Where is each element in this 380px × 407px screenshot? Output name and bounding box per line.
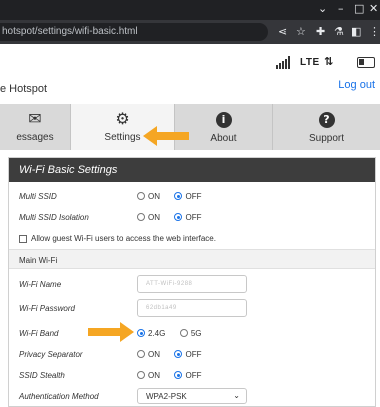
ssid-stealth-radio-group: ON OFF xyxy=(137,371,201,380)
wifi-name-label: Wi-Fi Name xyxy=(19,280,62,289)
multi-ssid-off-label: OFF xyxy=(185,192,202,201)
share-icon[interactable]: ⋖ xyxy=(278,25,287,39)
wifi-basic-settings-panel: Wi-Fi Basic Settings Multi SSID ON OFF M… xyxy=(8,157,376,407)
privacy-separator-on-label: ON xyxy=(148,350,160,359)
privacy-separator-off-label: OFF xyxy=(185,350,202,359)
privacy-separator-off-radio[interactable] xyxy=(174,350,183,358)
privacy-separator-label: Privacy Separator xyxy=(19,350,83,359)
wifi-password-input[interactable]: 62db1a49 xyxy=(137,299,247,317)
multi-ssid-radio-group: ON OFF xyxy=(137,192,201,201)
auth-method-select[interactable]: WPA2-PSK ⌄ xyxy=(137,388,247,404)
multi-ssid-isolation-off-label: OFF xyxy=(185,213,202,222)
wifi-band-5g-radio[interactable] xyxy=(179,329,188,337)
main-wifi-section-heading: Main Wi-Fi xyxy=(9,249,375,269)
tab-messages-label: essages xyxy=(16,132,54,143)
tab-about-label: About xyxy=(210,133,237,144)
url-text: hotspot/settings/wifi-basic.html xyxy=(2,26,138,37)
ssid-stealth-off-label: OFF xyxy=(185,371,202,380)
tab-about[interactable]: i About xyxy=(175,104,272,150)
multi-ssid-isolation-off-radio[interactable] xyxy=(174,213,183,221)
annotation-arrow-wifi-band xyxy=(88,322,134,342)
wifi-band-label: Wi-Fi Band xyxy=(19,329,59,338)
minimize-button[interactable]: – xyxy=(338,2,344,15)
wifi-band-24g-label: 2.4G xyxy=(148,329,166,338)
network-type: LTE xyxy=(300,57,320,68)
tab-search-icon[interactable]: ⌄ xyxy=(318,2,327,15)
wifi-band-5g-label: 5G xyxy=(190,329,202,338)
data-transfer-icon: ⇅ xyxy=(324,55,334,68)
panel-title: Wi-Fi Basic Settings xyxy=(9,158,375,182)
logout-link[interactable]: Log out xyxy=(338,79,375,91)
info-icon: i xyxy=(215,112,232,128)
close-button[interactable]: ✕ xyxy=(369,2,378,15)
main-nav-tabs: ✉ essages ⚙ Settings i About ? Support xyxy=(0,104,380,150)
privacy-separator-radio-group: ON OFF xyxy=(137,350,201,359)
help-icon: ? xyxy=(318,112,335,128)
battery-icon xyxy=(357,57,375,68)
multi-ssid-label: Multi SSID xyxy=(19,192,57,201)
guest-access-label: Allow guest Wi-Fi users to access the we… xyxy=(31,234,216,243)
wifi-band-radio-group: 2.4G 5G xyxy=(137,329,201,338)
envelope-icon: ✉ xyxy=(28,109,42,128)
wifi-name-input[interactable]: ATT-WiFi-9288 xyxy=(137,275,247,293)
chevron-down-icon: ⌄ xyxy=(233,391,240,400)
multi-ssid-on-radio[interactable] xyxy=(137,192,145,200)
tab-support-label: Support xyxy=(308,133,345,144)
tab-messages[interactable]: ✉ essages xyxy=(0,104,70,150)
browser-titlebar: ⌄ – □ ✕ xyxy=(0,0,380,20)
address-bar[interactable]: hotspot/settings/wifi-basic.html xyxy=(0,23,268,41)
tab-support[interactable]: ? Support xyxy=(273,104,380,150)
star-icon[interactable]: ☆ xyxy=(296,25,306,39)
ssid-stealth-on-label: ON xyxy=(148,371,160,380)
brand-title: e Hotspot xyxy=(0,83,48,95)
extensions-icon[interactable]: ✚ xyxy=(316,25,325,39)
ssid-stealth-off-radio[interactable] xyxy=(174,371,183,379)
multi-ssid-isolation-on-label: ON xyxy=(148,213,160,222)
multi-ssid-isolation-label: Multi SSID Isolation xyxy=(19,213,89,222)
guest-access-checkbox[interactable] xyxy=(19,235,27,243)
multi-ssid-isolation-radio-group: ON OFF xyxy=(137,213,201,222)
sidebar-icon[interactable]: ◧ xyxy=(351,25,361,39)
wifi-password-label: Wi-Fi Password xyxy=(19,304,75,313)
maximize-button[interactable]: □ xyxy=(354,2,364,15)
annotation-arrow-settings xyxy=(143,126,189,146)
browser-toolbar: hotspot/settings/wifi-basic.html ⋖ ☆ ✚ ⚗… xyxy=(0,20,380,44)
wifi-band-24g-radio[interactable] xyxy=(137,329,145,337)
menu-icon[interactable]: ⋮ xyxy=(369,25,380,39)
signal-strength-icon xyxy=(276,56,292,69)
multi-ssid-off-radio[interactable] xyxy=(174,192,183,200)
lab-icon[interactable]: ⚗ xyxy=(334,25,344,39)
privacy-separator-on-radio[interactable] xyxy=(137,350,145,358)
multi-ssid-isolation-on-radio[interactable] xyxy=(137,213,145,221)
multi-ssid-on-label: ON xyxy=(148,192,160,201)
status-header xyxy=(0,44,380,104)
ssid-stealth-on-radio[interactable] xyxy=(137,371,145,379)
ssid-stealth-label: SSID Stealth xyxy=(19,371,65,380)
